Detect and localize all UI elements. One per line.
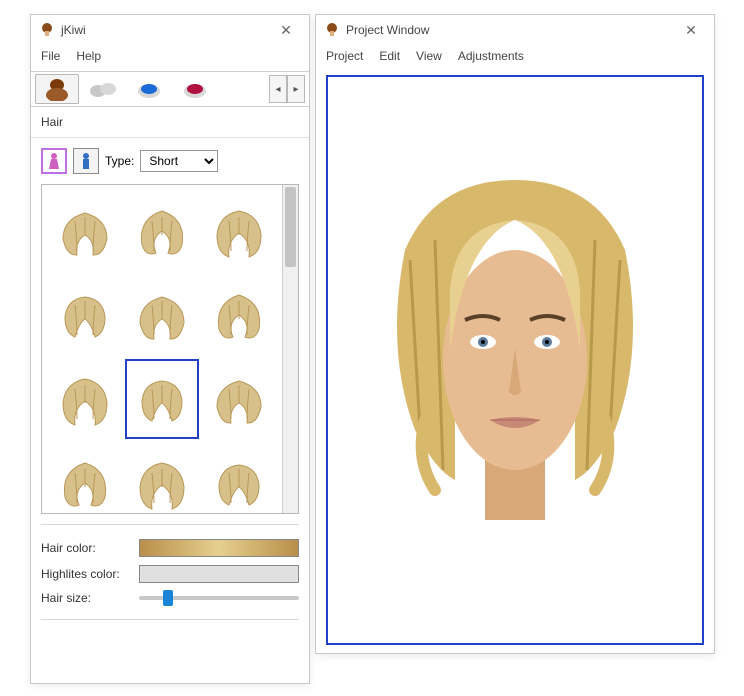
hair-thumbnail[interactable] (48, 191, 121, 271)
hair-thumbnail[interactable] (203, 359, 276, 439)
tab-compact[interactable] (81, 74, 125, 104)
section-label: Hair (31, 107, 309, 138)
tool-title: jKiwi (61, 23, 271, 37)
tool-close-button[interactable]: ✕ (271, 22, 301, 39)
hair-style-icon (55, 285, 115, 345)
type-label: Type: (105, 154, 134, 168)
tabstrip-next[interactable]: ▸ (287, 75, 305, 103)
hair-size-slider[interactable] (139, 596, 299, 600)
gallery-scrollbar[interactable] (282, 185, 298, 513)
hair-style-icon (132, 369, 192, 429)
model-preview (365, 170, 665, 550)
project-titlebar: Project Window ✕ (316, 15, 714, 45)
tool-titlebar: jKiwi ✕ (31, 15, 309, 45)
type-select[interactable]: Short (140, 150, 218, 172)
tab-eyeshadow[interactable] (127, 74, 171, 104)
hair-thumbnail[interactable] (48, 359, 121, 439)
hair-color-label: Hair color: (41, 541, 131, 555)
hair-controls: Type: Short (31, 138, 309, 184)
project-title: Project Window (346, 23, 676, 37)
highlites-row: Highlites color: (31, 561, 309, 587)
hair-style-icon (132, 285, 192, 345)
scrollbar-thumb[interactable] (285, 187, 296, 267)
gender-male-button[interactable] (73, 148, 99, 174)
hair-style-icon (132, 201, 192, 261)
hair-thumbnail[interactable] (125, 443, 198, 513)
hair-style-icon (209, 285, 269, 345)
hair-gallery (41, 184, 299, 514)
highlites-color-swatch[interactable] (139, 565, 299, 583)
hair-thumbnail[interactable] (125, 191, 198, 271)
tool-menubar: File Help (31, 45, 309, 71)
menu-edit[interactable]: Edit (379, 49, 400, 63)
tab-hair[interactable] (35, 74, 79, 104)
female-icon (47, 152, 61, 170)
male-icon (79, 152, 93, 170)
tabstrip-prev[interactable]: ◂ (269, 75, 287, 103)
tabstrip-nav: ◂ ▸ (269, 75, 305, 103)
highlites-label: Highlites color: (41, 567, 131, 581)
hair-thumbnail[interactable] (203, 275, 276, 355)
menu-view[interactable]: View (416, 49, 442, 63)
hair-thumbnail[interactable] (203, 191, 276, 271)
hair-thumbnail[interactable] (125, 275, 198, 355)
project-window: Project Window ✕ Project Edit View Adjus… (315, 14, 715, 654)
project-icon (324, 22, 340, 38)
eyeshadow-icon (134, 77, 164, 101)
hair-size-row: Hair size: (31, 587, 309, 609)
hair-style-icon (209, 201, 269, 261)
hair-thumbnail[interactable] (125, 359, 198, 439)
project-canvas[interactable] (326, 75, 704, 645)
menu-project[interactable]: Project (326, 49, 363, 63)
hair-thumbnail[interactable] (203, 443, 276, 513)
project-close-button[interactable]: ✕ (676, 22, 706, 39)
tab-lipstick[interactable] (173, 74, 217, 104)
divider (41, 524, 299, 525)
menu-help[interactable]: Help (76, 49, 101, 63)
category-tabstrip: ◂ ▸ (31, 71, 309, 107)
menu-file[interactable]: File (41, 49, 60, 63)
slider-thumb[interactable] (163, 590, 173, 606)
hair-bun-icon (42, 77, 72, 101)
project-menubar: Project Edit View Adjustments (316, 45, 714, 71)
hair-style-icon (55, 453, 115, 513)
hair-style-icon (209, 453, 269, 513)
hair-thumbnail[interactable] (48, 275, 121, 355)
hair-style-icon (132, 453, 192, 513)
hair-style-icon (55, 369, 115, 429)
lipstick-icon (180, 77, 210, 101)
hair-thumbnail[interactable] (48, 443, 121, 513)
hair-color-swatch[interactable] (139, 539, 299, 557)
hair-color-row: Hair color: (31, 535, 309, 561)
compact-icon (88, 77, 118, 101)
hair-style-icon (55, 201, 115, 261)
app-icon (39, 22, 55, 38)
divider-2 (41, 619, 299, 620)
hair-size-label: Hair size: (41, 591, 131, 605)
hair-style-icon (209, 369, 269, 429)
menu-adjustments[interactable]: Adjustments (458, 49, 524, 63)
gender-female-button[interactable] (41, 148, 67, 174)
tool-window: jKiwi ✕ File Help (30, 14, 310, 684)
